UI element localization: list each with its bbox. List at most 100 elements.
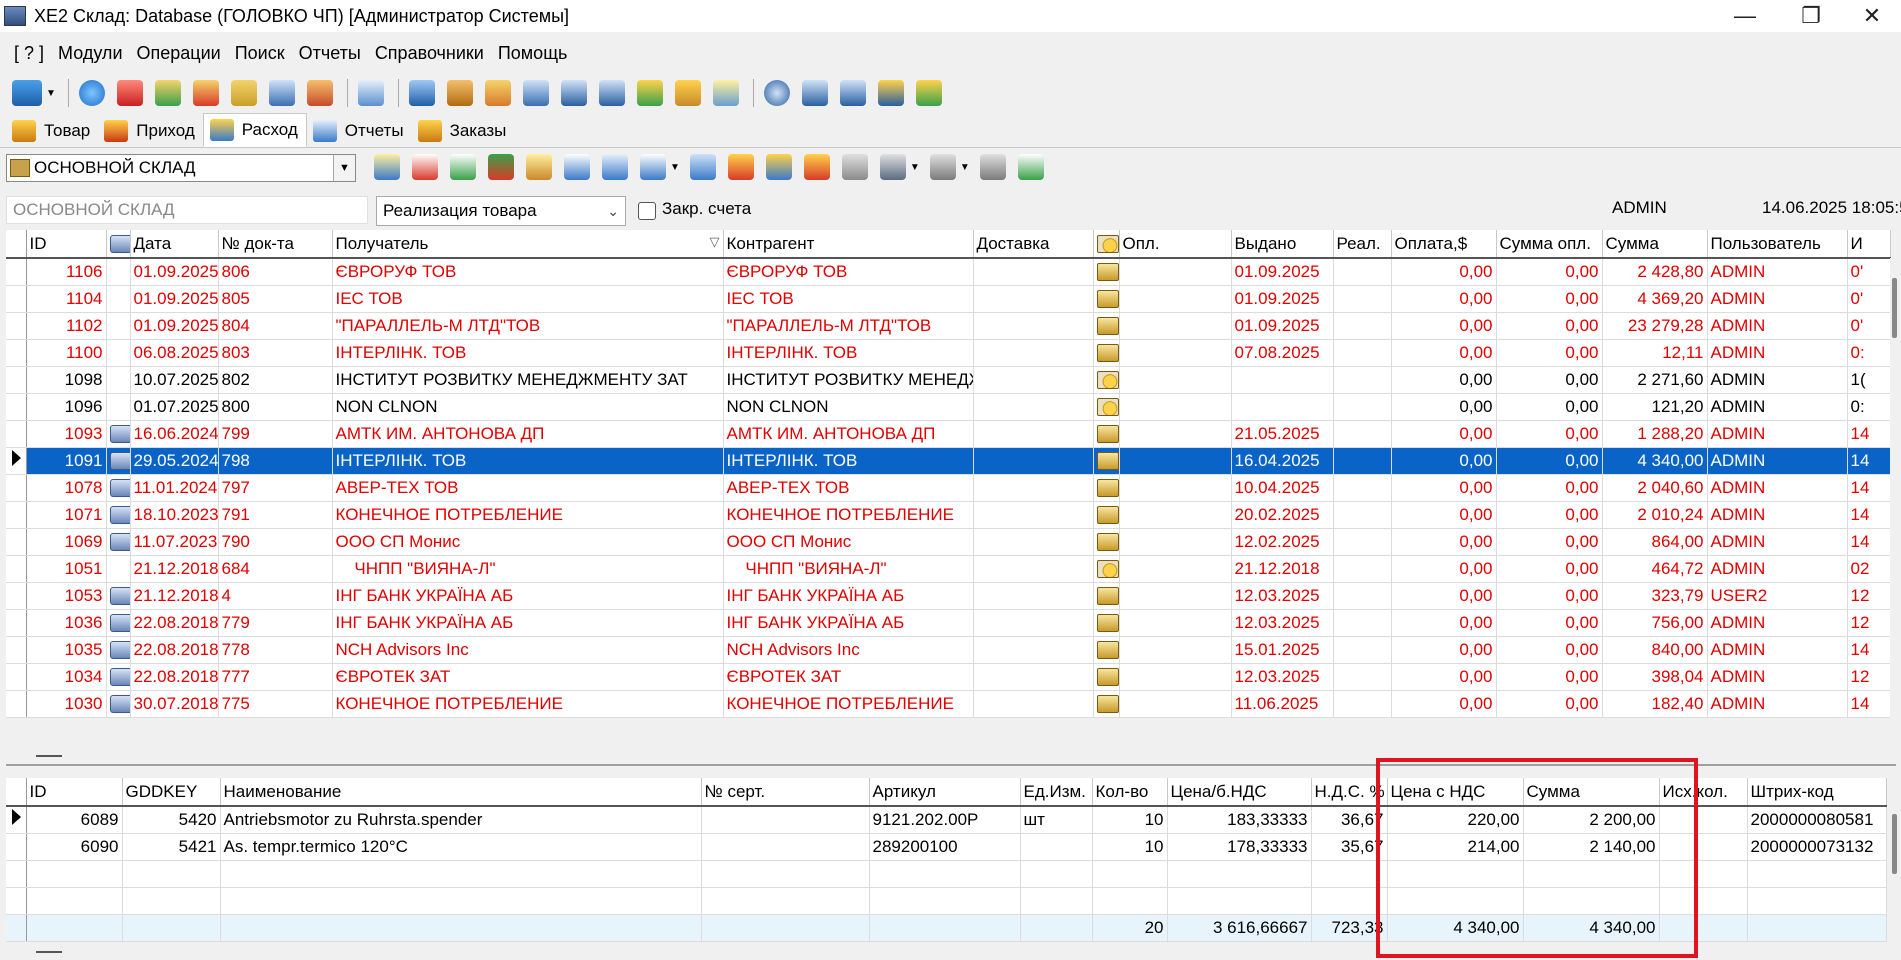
building-icon[interactable]: [408, 80, 435, 106]
warehouse-select[interactable]: ОСНОВНОЙ СКЛАД ▼: [6, 154, 356, 182]
grid-menu-icon[interactable]: [12, 80, 42, 106]
excel-export-icon[interactable]: [1017, 154, 1044, 180]
table-row[interactable]: 1106 01.09.2025 806 ЄВРОРУФ ТОВ ЄВРОРУФ ТОВ 0…: [6, 258, 1891, 286]
copy-icon[interactable]: [689, 154, 716, 180]
documents-icon[interactable]: [712, 80, 739, 106]
transfer-icon[interactable]: [306, 80, 333, 106]
table-row[interactable]: 1071 18.10.2023 791 КОНЕЧНОЕ ПОТРЕБЛЕНИЕ КОН…: [6, 501, 1891, 529]
col-gddkey[interactable]: GDDKEY: [122, 778, 221, 807]
table-row[interactable]: 1030 30.07.2018 775 КОНЕЧНОЕ ПОТРЕБЛЕНИЕ КОН…: [6, 690, 1891, 718]
items-scrollbar[interactable]: [1890, 806, 1900, 926]
menu-reports[interactable]: Отчеты: [299, 43, 361, 64]
operation-select[interactable]: Реализация товара ⌄: [376, 196, 626, 226]
col-name[interactable]: Наименование: [220, 778, 702, 807]
remove-user-icon[interactable]: [192, 80, 219, 106]
boxes-icon[interactable]: [929, 154, 956, 180]
chevron-down-icon[interactable]: ▼: [46, 88, 56, 99]
col-pay-status[interactable]: [1093, 230, 1120, 259]
col-paid[interactable]: Опл.: [1119, 230, 1232, 259]
chevron-down-icon[interactable]: ▼: [960, 162, 970, 173]
col-qty[interactable]: Кол-во: [1092, 778, 1168, 807]
col-paid-sum[interactable]: Сумма опл.: [1496, 230, 1603, 259]
refresh-icon[interactable]: [765, 154, 792, 180]
invoice-icon[interactable]: [564, 154, 590, 180]
approve-icon[interactable]: [450, 154, 476, 180]
goods-icon[interactable]: [636, 80, 663, 106]
printer-icon[interactable]: [879, 154, 906, 180]
menu-operations[interactable]: Операции: [137, 43, 221, 64]
col-price-no-vat[interactable]: Цена/б.НДС: [1167, 778, 1312, 807]
col-id[interactable]: ID: [26, 778, 123, 807]
menu-help[interactable]: Помощь: [498, 43, 568, 64]
documents-scrollbar[interactable]: [1890, 258, 1900, 718]
minimize-button[interactable]: —: [1716, 0, 1774, 32]
col-unit[interactable]: Ед.Изм.: [1020, 778, 1093, 807]
close-button[interactable]: ✕: [1843, 0, 1901, 32]
tab-expense[interactable]: Расход: [202, 113, 307, 147]
chevron-down-icon[interactable]: ▼: [333, 155, 355, 181]
delete-icon[interactable]: [412, 154, 438, 180]
tab-income[interactable]: Приход: [98, 115, 202, 147]
col-delivery[interactable]: Доставка: [973, 230, 1094, 259]
table-row[interactable]: 1034 22.08.2018 777 ЄВРОТЕК ЗАТ ЄВРОТЕК ЗАТ 1…: [6, 663, 1891, 691]
filter-icon[interactable]: ▽: [710, 234, 720, 250]
maximize-button[interactable]: ❐: [1782, 0, 1840, 32]
warehouse-field[interactable]: ОСНОВНОЙ СКЛАД: [6, 196, 368, 224]
col-id[interactable]: ID: [26, 230, 107, 259]
edit-icon[interactable]: [374, 154, 400, 180]
table-row[interactable]: 1091 29.05.2024 798 ІНТЕРЛІНК. ТОВ ІНТЕРЛІНК…: [6, 447, 1891, 475]
table-row[interactable]: 1036 22.08.2018 779 ІНГ БАНК УКРАЇНА АБ ІНГ …: [6, 609, 1891, 637]
chevron-down-icon[interactable]: ▼: [670, 162, 680, 173]
scrollbar-thumb[interactable]: [1892, 814, 1897, 874]
table-row[interactable]: 1069 11.07.2023 790 ООО СП Монис ООО СП Мони…: [6, 528, 1891, 556]
export-icon[interactable]: [727, 154, 754, 180]
box-icon[interactable]: [446, 80, 473, 106]
table-row[interactable]: 1098 10.07.2025 802 ІНСТИТУТ РОЗВИТКУ МЕНЕД…: [6, 366, 1891, 394]
table-row[interactable]: 1035 22.08.2018 778 NCH Advisors Inc NCH Adv…: [6, 636, 1891, 664]
warehouse-icon[interactable]: [522, 80, 549, 106]
col-user[interactable]: Пользователь: [1707, 230, 1848, 259]
grid-settings-icon[interactable]: [488, 154, 514, 180]
menu-search[interactable]: Поиск: [235, 43, 285, 64]
table-row[interactable]: 1051 21.12.2018 684 ЧНПП "ВИЯНА-Л" ЧНПП "В…: [6, 555, 1891, 583]
preview-icon[interactable]: [357, 80, 384, 106]
col-contractor[interactable]: Контрагент: [723, 230, 974, 259]
table-row[interactable]: 1053 21.12.2018 4 ІНГ БАНК УКРАЇНА АБ ІНГ БА…: [6, 582, 1891, 610]
catalog-icon[interactable]: [674, 80, 701, 106]
calculator-icon[interactable]: [526, 154, 552, 180]
search-buildings-icon[interactable]: [839, 80, 866, 106]
table-row[interactable]: 1102 01.09.2025 804 "ПАРАЛЛЕЛЬ-М ЛТД"ТОВ "ПА…: [6, 312, 1891, 340]
search-users-icon[interactable]: [877, 80, 904, 106]
col-payment-usd[interactable]: Оплата,$: [1391, 230, 1497, 259]
search-docs-icon[interactable]: [801, 80, 828, 106]
windows-icon[interactable]: [268, 80, 295, 106]
tab-reports[interactable]: Отчеты: [307, 115, 412, 147]
label-icon[interactable]: [979, 154, 1006, 180]
closed-accounts-checkbox[interactable]: [638, 202, 656, 220]
col-recipient[interactable]: Получатель ▽: [332, 230, 724, 259]
money-icon[interactable]: [803, 154, 830, 180]
col-print[interactable]: [106, 230, 131, 259]
chevron-down-icon[interactable]: ▼: [910, 162, 920, 173]
tab-orders[interactable]: Заказы: [412, 115, 515, 147]
menu-help-about[interactable]: [ ? ]: [14, 43, 44, 64]
table-row[interactable]: 1096 01.07.2025 800 NON CLNON NON CLNON 0,00 0…: [6, 393, 1891, 421]
search-money-icon[interactable]: [915, 80, 942, 106]
users-icon[interactable]: [230, 80, 257, 106]
menu-modules[interactable]: Модули: [58, 43, 122, 64]
col-article[interactable]: Артикул: [869, 778, 1021, 807]
col-sum[interactable]: Сумма: [1602, 230, 1708, 259]
table-row[interactable]: 1100 06.08.2025 803 ІНТЕРЛІНК. ТОВ ІНТЕРЛІНК…: [6, 339, 1891, 367]
col-doc-number[interactable]: № док-та: [218, 230, 333, 259]
table-row[interactable]: 1093 16.06.2024 799 АМТК ИМ. АНТОНОВА ДП АМТ…: [6, 420, 1891, 448]
list-icon[interactable]: [602, 154, 628, 180]
table-row[interactable]: 1078 11.01.2024 797 АВЕР-ТЕХ ТОВ АВЕР-ТЕХ ТО…: [6, 474, 1891, 502]
col-issued[interactable]: Выдано: [1231, 230, 1334, 259]
col-barcode[interactable]: Штрих-код: [1747, 778, 1887, 807]
exit-icon[interactable]: [116, 80, 143, 106]
print-preview-icon[interactable]: [640, 154, 666, 180]
chat-icon[interactable]: [78, 80, 105, 106]
table-row[interactable]: 1104 01.09.2025 805 IEC ТОВ IEC ТОВ 01.09.202…: [6, 285, 1891, 313]
scrollbar-thumb[interactable]: [1892, 278, 1897, 338]
search-icon[interactable]: [763, 80, 790, 106]
